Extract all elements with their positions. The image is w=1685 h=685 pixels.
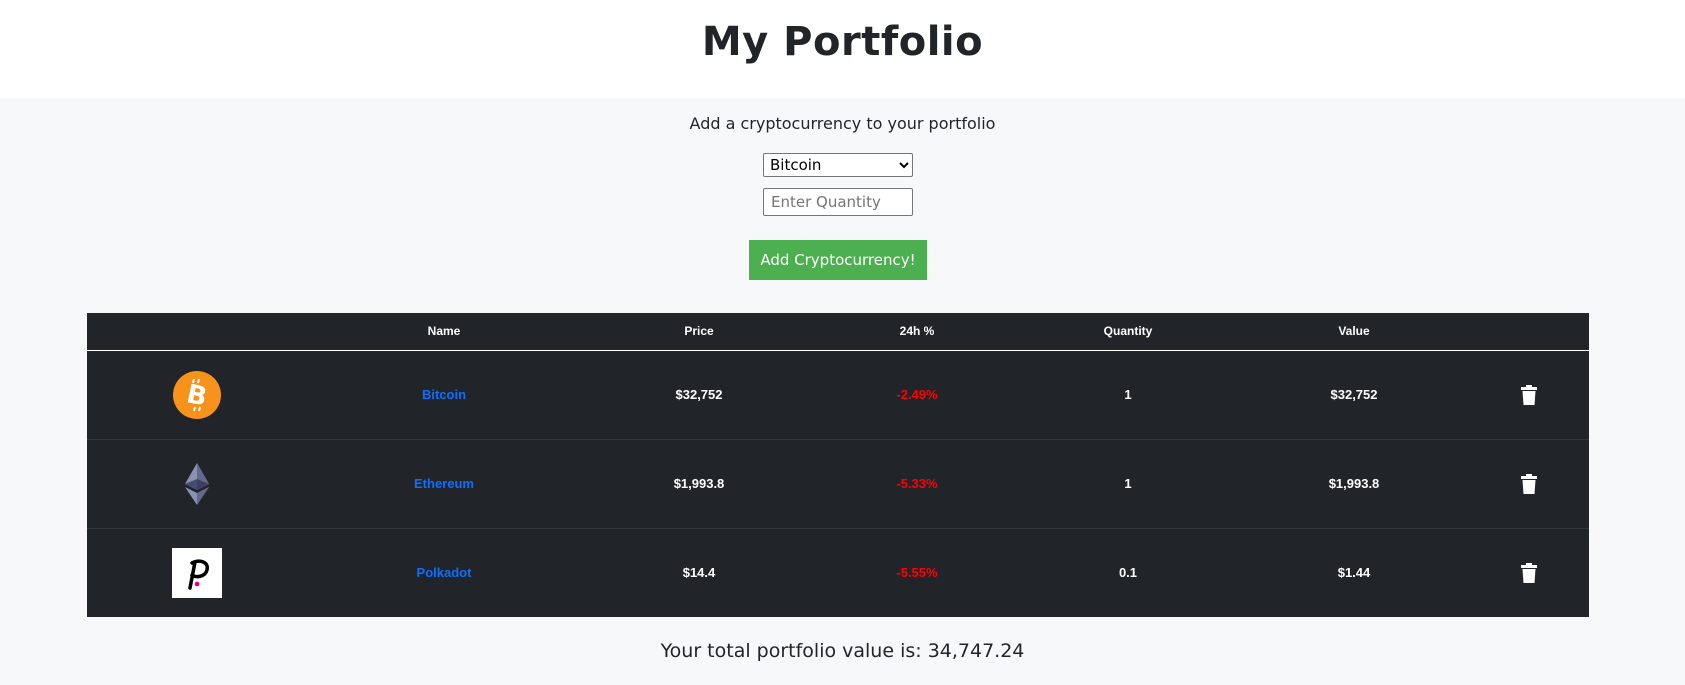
coin-name-link[interactable]: Ethereum [414, 476, 474, 491]
coin-change: -5.55% [896, 565, 938, 581]
main-content: Add a cryptocurrency to your portfolio B… [0, 98, 1685, 685]
portfolio-total: Your total portfolio value is: 34,747.24 [660, 640, 1025, 662]
crypto-select[interactable]: Bitcoin [763, 153, 913, 177]
coin-name-link[interactable]: Polkadot [417, 565, 472, 580]
column-header-delete [1469, 313, 1589, 351]
table-row: Polkadot $14.4 -5.55% 0.1 $1.44 [87, 528, 1589, 617]
coin-value: $1,993.8 [1239, 439, 1469, 529]
coin-icon-cell: B [87, 350, 307, 440]
column-header-value: Value [1239, 313, 1469, 351]
trash-icon[interactable] [1521, 384, 1537, 405]
page-header: My Portfolio [0, 0, 1685, 98]
coin-quantity: 1 [1017, 439, 1239, 529]
coin-quantity: 1 [1017, 350, 1239, 440]
portfolio-table-container: Name Price 24h % Quantity Value B Bitcoi… [87, 313, 1589, 617]
coin-name-cell: Polkadot [307, 528, 581, 617]
portfolio-table: Name Price 24h % Quantity Value B Bitcoi… [87, 313, 1589, 617]
trash-icon[interactable] [1521, 473, 1537, 494]
delete-cell [1469, 439, 1589, 529]
coin-change: -5.33% [817, 439, 1017, 529]
coin-price: $14.4 [682, 565, 716, 581]
polkadot-logo-icon [172, 547, 222, 598]
coin-value: $1.44 [1337, 565, 1371, 581]
column-header-change: 24h % [817, 313, 1017, 351]
coin-quantity: 0.1 [1118, 565, 1138, 581]
trash-icon[interactable] [1521, 562, 1537, 583]
ethereum-logo-icon [185, 462, 209, 505]
add-crypto-prompt: Add a cryptocurrency to your portfolio [689, 114, 996, 133]
coin-name-cell: Ethereum [307, 439, 581, 529]
delete-cell [1469, 350, 1589, 440]
table-row: B Bitcoin $32,752 -2.49% 1 $32,752 [87, 350, 1589, 440]
coin-price: $32,752 [581, 350, 817, 440]
bitcoin-logo-icon: B [173, 370, 221, 419]
column-header-quantity: Quantity [1017, 313, 1239, 351]
coin-price: $1,993.8 [581, 439, 817, 529]
quantity-input[interactable] [763, 188, 913, 216]
column-header-price: Price [581, 313, 817, 351]
coin-name-cell: Bitcoin [307, 350, 581, 440]
page-title: My Portfolio [701, 19, 984, 65]
coin-icon-cell [87, 528, 307, 617]
coin-value: $32,752 [1239, 350, 1469, 440]
delete-cell [1469, 528, 1589, 617]
column-header-name: Name [307, 313, 581, 351]
table-row: Ethereum $1,993.8 -5.33% 1 $1,993.8 [87, 439, 1589, 529]
coin-name-link[interactable]: Bitcoin [422, 387, 466, 402]
column-header-icon [87, 313, 307, 351]
coin-change: -2.49% [817, 350, 1017, 440]
coin-icon-cell [87, 439, 307, 529]
table-header-row: Name Price 24h % Quantity Value [87, 313, 1589, 351]
add-cryptocurrency-button[interactable]: Add Cryptocurrency! [749, 240, 927, 280]
